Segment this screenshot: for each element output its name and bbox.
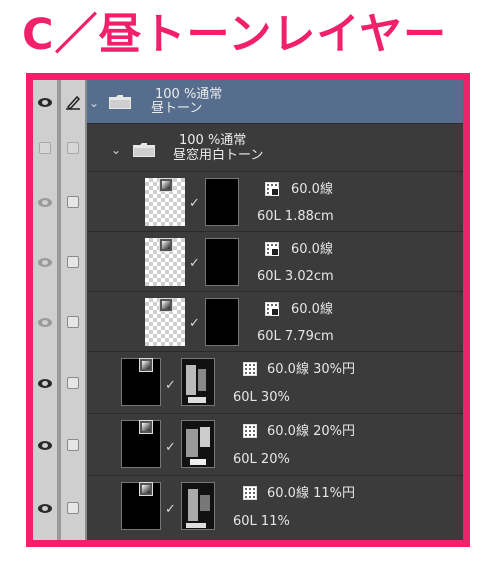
check-link-icon: ✓ <box>165 440 176 455</box>
tone-layer-row[interactable]: ✓ 60.0線 60L 7.79cm <box>38 292 463 352</box>
page-title: C／昼トーンレイヤー <box>22 10 448 60</box>
gradient-badge-icon <box>159 298 173 312</box>
gradient-badge-icon <box>159 238 173 252</box>
tone-setting: 60.0線 11%円 <box>267 486 355 501</box>
layer-mask-thumbnail <box>205 298 239 346</box>
layer-row-folder-daytone[interactable]: ⌄ 100 %通常 昼トーン <box>38 80 463 124</box>
lock-checkbox[interactable] <box>61 476 85 540</box>
halftone-icon <box>265 182 279 196</box>
gradient-badge-icon <box>159 178 173 192</box>
tone-detail: 60L 20% <box>233 452 290 467</box>
eye-icon[interactable] <box>33 124 57 172</box>
eye-icon[interactable] <box>33 292 57 352</box>
layer-mask-thumbnail <box>205 178 239 226</box>
layer-mask-thumbnail <box>181 420 215 468</box>
layer-blend-label: 100 %通常 <box>179 133 247 148</box>
folder-icon <box>109 94 131 109</box>
halftone-icon <box>243 362 257 376</box>
layer-panel: ⌄ 100 %通常 昼トーン ⌄ 100 %通常 昼窓用白トーン ✓ 60.0線… <box>33 80 463 540</box>
layer-row-folder-window-white-tone[interactable]: ⌄ 100 %通常 昼窓用白トーン <box>39 124 463 172</box>
halftone-icon <box>265 242 279 256</box>
check-link-icon: ✓ <box>165 378 176 393</box>
tone-detail: 60L 3.02cm <box>257 269 334 284</box>
lock-checkbox[interactable] <box>61 414 85 476</box>
layer-mask-thumbnail <box>181 358 215 406</box>
tone-setting: 60.0線 30%円 <box>267 362 355 377</box>
eye-icon[interactable] <box>33 352 57 414</box>
layer-name: 昼窓用白トーン <box>173 148 264 163</box>
lock-checkbox[interactable] <box>61 352 85 414</box>
tone-detail: 60L 30% <box>233 390 290 405</box>
eye-icon[interactable] <box>33 414 57 476</box>
tone-detail: 60L 1.88cm <box>257 209 334 224</box>
chevron-down-icon[interactable]: ⌄ <box>89 97 99 109</box>
gradient-badge-icon <box>139 420 153 434</box>
tone-layer-row[interactable]: ✓ 60.0線 11%円 60L 11% <box>38 476 463 540</box>
layer-panel-frame: ⌄ 100 %通常 昼トーン ⌄ 100 %通常 昼窓用白トーン ✓ 60.0線… <box>26 73 470 547</box>
check-link-icon: ✓ <box>189 196 200 211</box>
tone-detail: 60L 7.79cm <box>257 329 334 344</box>
tone-layer-row[interactable]: ✓ 60.0線 30%円 60L 30% <box>38 352 463 414</box>
halftone-icon <box>265 302 279 316</box>
check-link-icon: ✓ <box>189 256 200 271</box>
tone-setting: 60.0線 20%円 <box>267 424 355 439</box>
eye-icon[interactable] <box>33 476 57 540</box>
folder-icon <box>133 142 155 157</box>
tone-layer-row[interactable]: ✓ 60.0線 60L 1.88cm <box>38 172 463 232</box>
pencil-icon[interactable] <box>61 80 85 124</box>
layer-mask-thumbnail <box>205 238 239 286</box>
layer-blend-label: 100 %通常 <box>155 87 223 102</box>
halftone-icon <box>243 424 257 438</box>
lock-checkbox[interactable] <box>61 124 85 172</box>
eye-icon[interactable] <box>33 80 57 124</box>
gradient-badge-icon <box>139 358 153 372</box>
tone-setting: 60.0線 <box>291 182 333 197</box>
lock-checkbox[interactable] <box>61 172 85 232</box>
tone-detail: 60L 11% <box>233 514 290 529</box>
gradient-badge-icon <box>139 482 153 496</box>
check-link-icon: ✓ <box>165 502 176 517</box>
lock-checkbox[interactable] <box>61 292 85 352</box>
tone-layer-row[interactable]: ✓ 60.0線 60L 3.02cm <box>38 232 463 292</box>
eye-icon[interactable] <box>33 172 57 232</box>
halftone-icon <box>243 486 257 500</box>
eye-icon[interactable] <box>33 232 57 292</box>
lock-checkbox[interactable] <box>61 232 85 292</box>
tone-layer-row[interactable]: ✓ 60.0線 20%円 60L 20% <box>38 414 463 476</box>
tone-setting: 60.0線 <box>291 242 333 257</box>
chevron-down-icon[interactable]: ⌄ <box>111 144 121 156</box>
layer-mask-thumbnail <box>181 482 215 530</box>
check-link-icon: ✓ <box>189 316 200 331</box>
tone-setting: 60.0線 <box>291 302 333 317</box>
layer-name: 昼トーン <box>151 101 203 116</box>
